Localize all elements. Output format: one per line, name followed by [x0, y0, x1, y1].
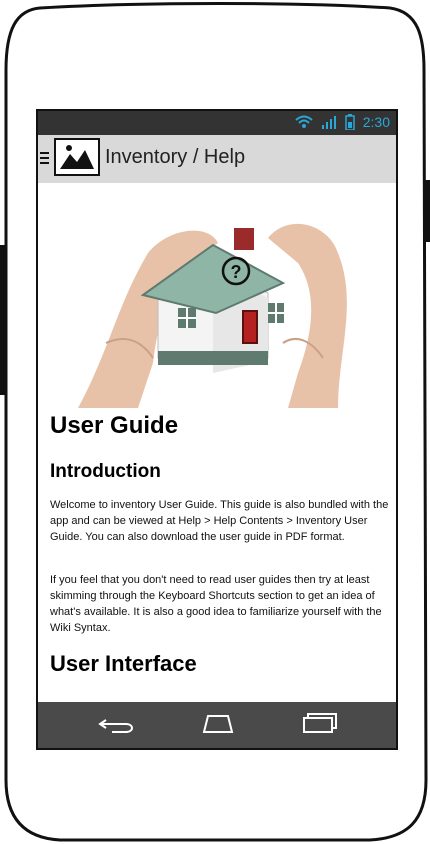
heading-user-interface: User Interface [50, 651, 197, 676]
window-icon [178, 308, 196, 328]
heading-introduction: Introduction [50, 461, 161, 482]
app-title: Inventory / Help [105, 146, 246, 168]
intro-paragraph-1: Welcome to inventory User Guide. This gu… [50, 499, 389, 543]
image-icon [60, 145, 94, 169]
app-logo[interactable] [54, 138, 100, 176]
navigation-bar [38, 702, 396, 748]
hamburger-icon[interactable] [40, 151, 50, 165]
recents-icon[interactable] [300, 712, 340, 736]
status-time: 2:30 [362, 114, 390, 130]
home-icon[interactable] [198, 712, 238, 736]
battery-icon [345, 114, 355, 130]
back-icon[interactable] [98, 712, 138, 736]
heading-user-guide: User Guide [50, 412, 179, 439]
help-content: ? User Guide Introduction Welcome to inv… [38, 183, 396, 706]
signal-icon [321, 116, 336, 129]
door [242, 310, 258, 344]
intro-paragraph-2: If you feel that you don't need to read … [50, 574, 382, 634]
hero-image: ? [38, 183, 396, 408]
action-bar: Inventory / Help [38, 135, 396, 183]
wifi-icon [295, 115, 313, 128]
window-icon [268, 303, 284, 323]
status-bar: 2:30 [38, 111, 396, 135]
svg-text:?: ? [231, 262, 242, 282]
phone-screen: 2:30 Inventory / Help ? User Guide Intro… [36, 109, 398, 750]
